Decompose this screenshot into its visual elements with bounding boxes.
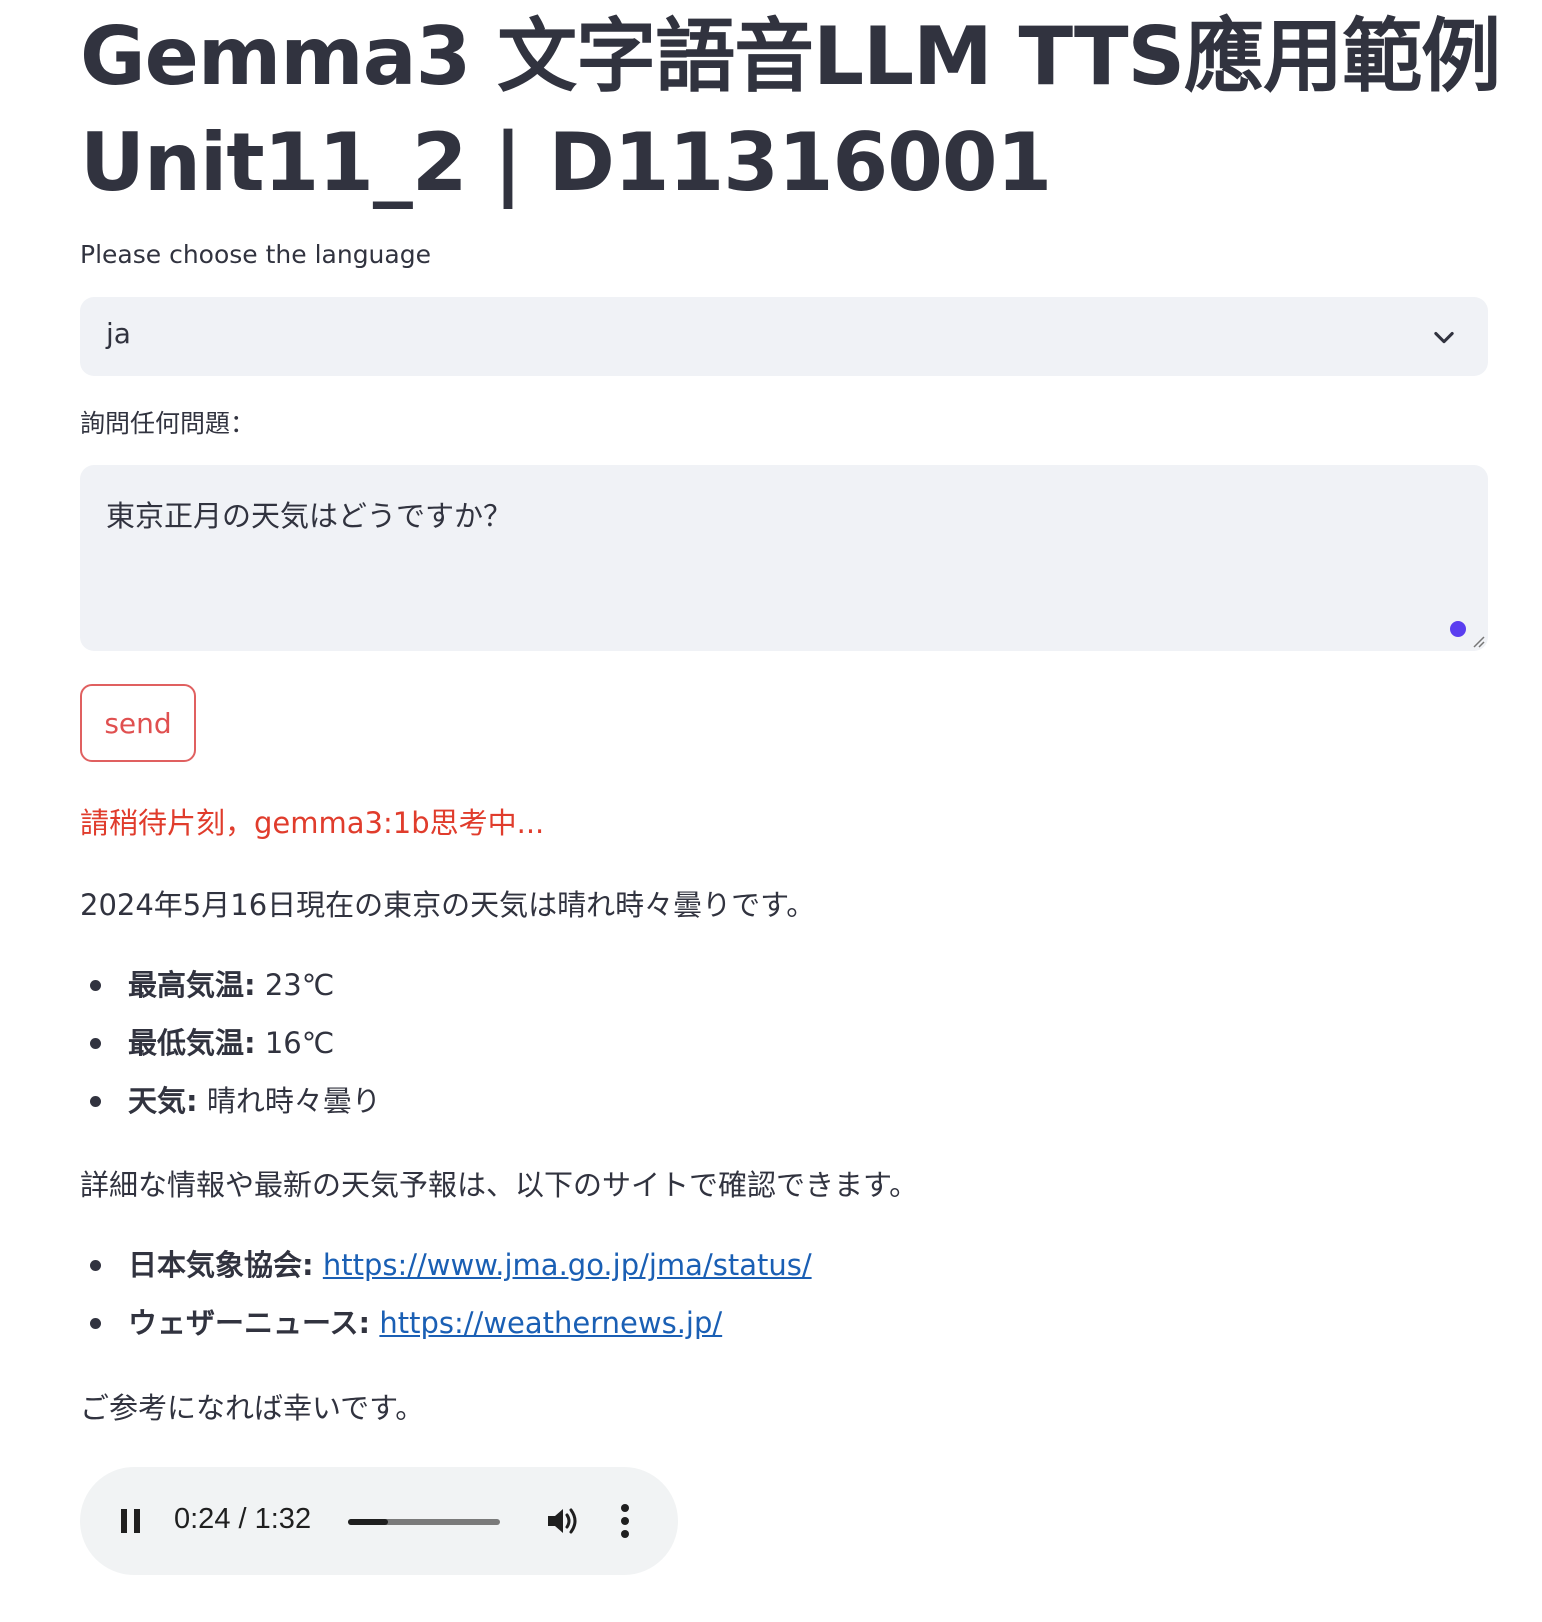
list-item-value: 23℃ — [255, 968, 335, 1002]
more-options-icon[interactable] — [620, 1503, 630, 1539]
answer-closing: ご参考になれば幸いです。 — [80, 1391, 425, 1425]
list-item-key: 最低気温: — [128, 1026, 256, 1060]
answer-details-text: 詳細な情報や最新の天気予報は、以下のサイトで確認できます。 — [80, 1168, 919, 1202]
list-item-key: 天気: — [128, 1084, 198, 1118]
question-textarea-container — [80, 465, 1488, 651]
list-item-value: 晴れ時々曇り — [197, 1084, 381, 1118]
list-item-key: 最高気温: — [128, 968, 256, 1002]
list-item: 天気: 晴れ時々曇り — [80, 1072, 381, 1130]
weathernews-link[interactable]: https://weathernews.jp/ — [379, 1306, 722, 1340]
weather-list: 最高気温: 23℃ 最低気温: 16℃ 天気: 晴れ時々曇り — [80, 956, 381, 1130]
input-focus-indicator — [1450, 621, 1466, 637]
resize-handle-icon[interactable] — [1468, 631, 1486, 649]
page-title: Gemma3 文字語音LLM TTS應用範例Unit11_2 | D113160… — [80, 10, 1501, 209]
list-item: 最低気温: 16℃ — [80, 1014, 381, 1072]
waiting-status-text: 請稍待片刻，gemma3:1b思考中... — [80, 806, 545, 840]
send-button[interactable]: send — [80, 684, 196, 762]
volume-icon[interactable] — [546, 1505, 580, 1537]
question-textarea[interactable] — [80, 465, 1488, 651]
audio-time-separator: / — [230, 1503, 255, 1535]
language-select-label: Please choose the language — [80, 240, 431, 269]
audio-player: 0:24 / 1:32 — [80, 1467, 678, 1575]
chevron-down-icon — [1434, 331, 1454, 344]
list-item: 日本気象協会: https://www.jma.go.jp/jma/status… — [80, 1236, 812, 1294]
list-item-key: ウェザーニュース: — [128, 1306, 371, 1340]
list-item-value: 16℃ — [255, 1026, 335, 1060]
audio-time-display: 0:24 / 1:32 — [174, 1503, 311, 1536]
list-item: ウェザーニュース: https://weathernews.jp/ — [80, 1294, 812, 1352]
audio-progress-slider[interactable] — [348, 1519, 500, 1525]
pause-icon[interactable] — [120, 1507, 142, 1535]
list-item-key: 日本気象協会: — [128, 1248, 314, 1282]
audio-current-time: 0:24 — [174, 1503, 231, 1535]
question-label: 詢問任何問題： — [80, 409, 256, 438]
audio-progress-fill — [348, 1519, 388, 1525]
answer-intro: 2024年5月16日現在の東京の天気は晴れ時々曇りです。 — [80, 888, 816, 922]
list-item: 最高気温: 23℃ — [80, 956, 381, 1014]
language-select[interactable]: ja — [80, 297, 1488, 376]
links-list: 日本気象協会: https://www.jma.go.jp/jma/status… — [80, 1236, 812, 1352]
audio-duration: 1:32 — [254, 1503, 312, 1535]
jma-link[interactable]: https://www.jma.go.jp/jma/status/ — [323, 1248, 812, 1282]
language-select-value: ja — [106, 317, 131, 350]
page: Gemma3 文字語音LLM TTS應用範例Unit11_2 | D113160… — [0, 0, 1542, 1622]
